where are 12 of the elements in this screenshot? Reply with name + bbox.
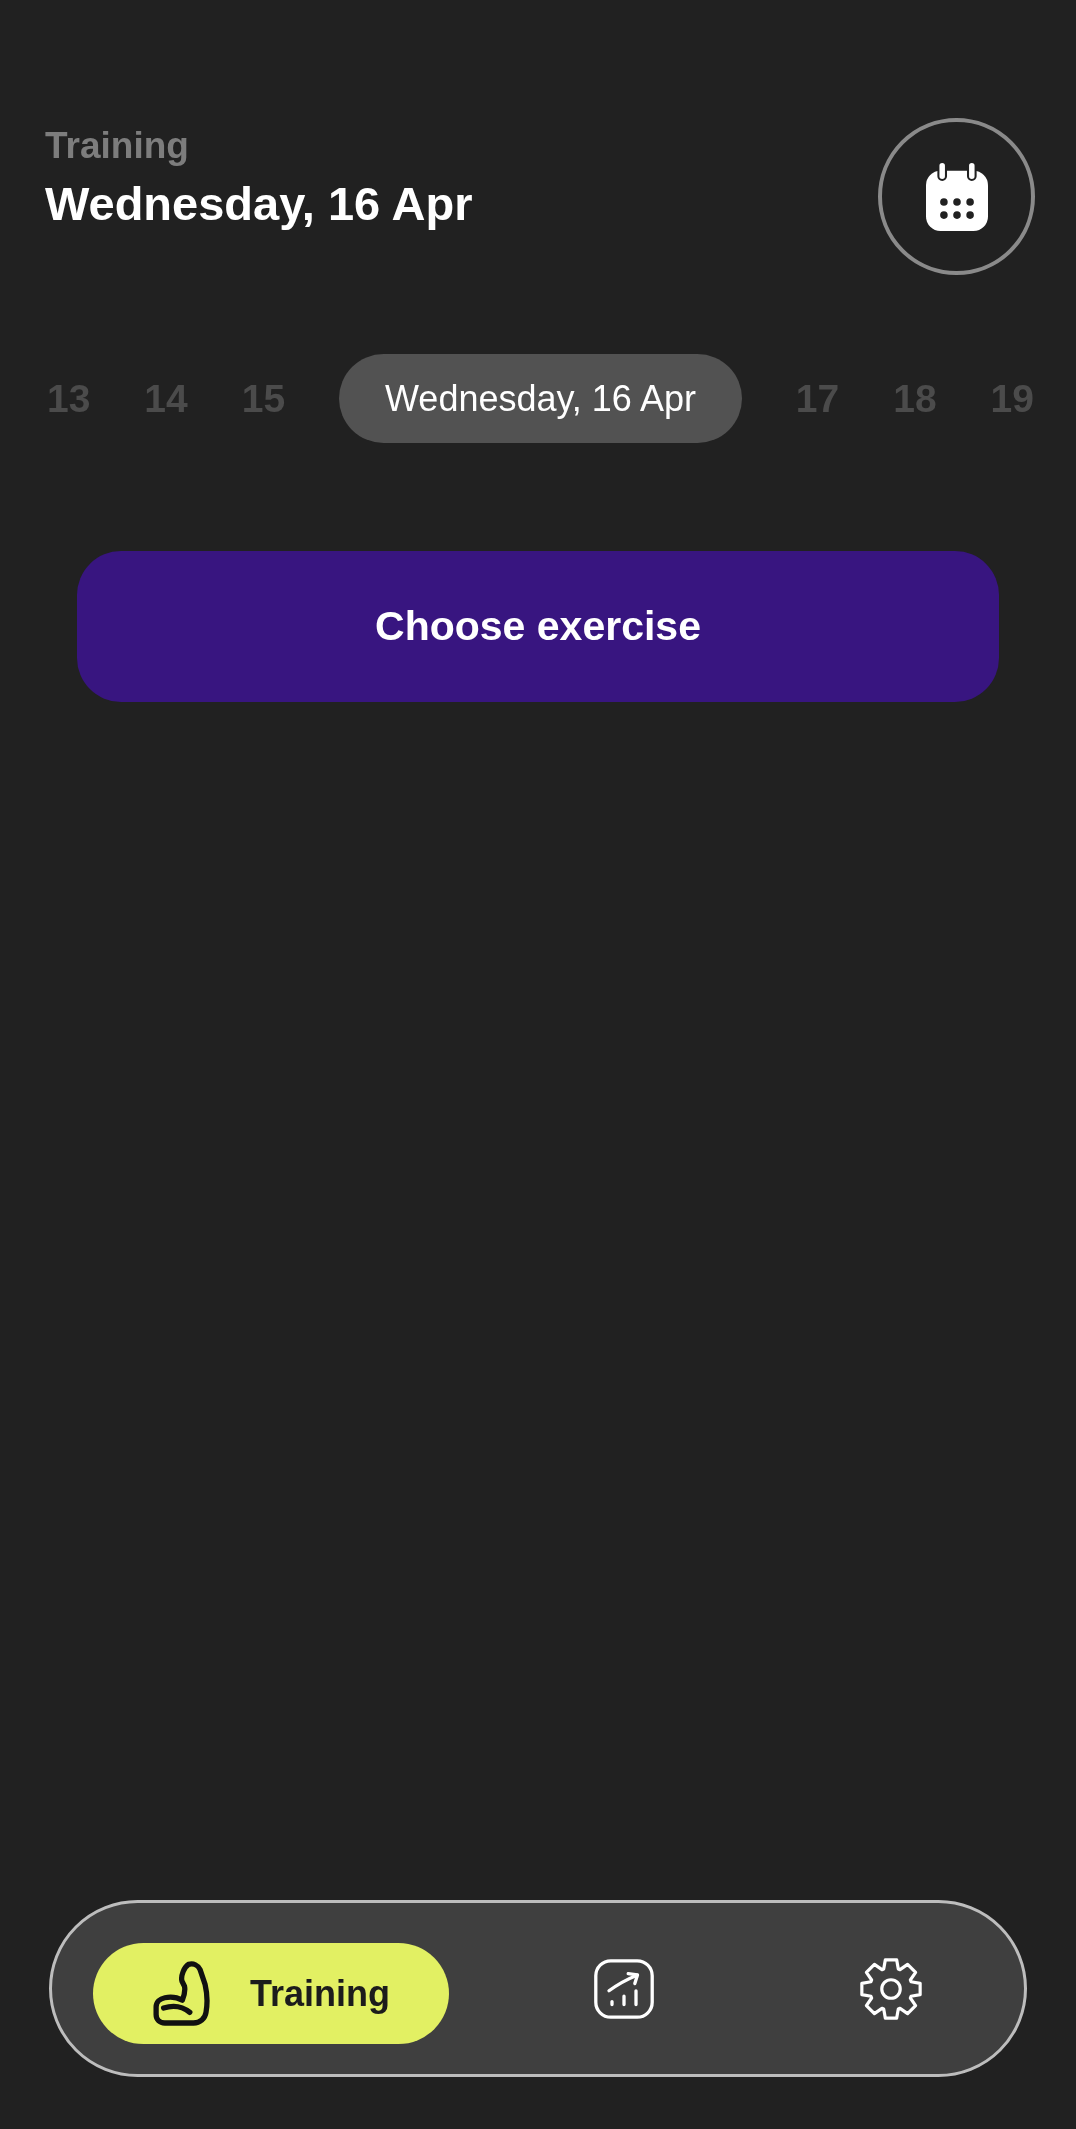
date-title: Wednesday, 16 Apr <box>45 176 473 232</box>
chart-icon <box>594 1958 654 2019</box>
settings-tab[interactable] <box>859 1956 923 2021</box>
stats-tab[interactable] <box>594 1958 654 2019</box>
settings-icon <box>859 1956 923 2021</box>
calendar-button[interactable] <box>878 118 1035 275</box>
training-tab[interactable]: Training <box>93 1943 449 2044</box>
calendar-icon <box>925 162 988 231</box>
section-label: Training <box>45 124 190 168</box>
flexed-arm-icon <box>153 1960 211 2027</box>
selected-date-tab[interactable]: Wednesday, 16 Apr <box>339 354 742 443</box>
choose-exercise-button[interactable]: Choose exercise <box>77 551 999 702</box>
